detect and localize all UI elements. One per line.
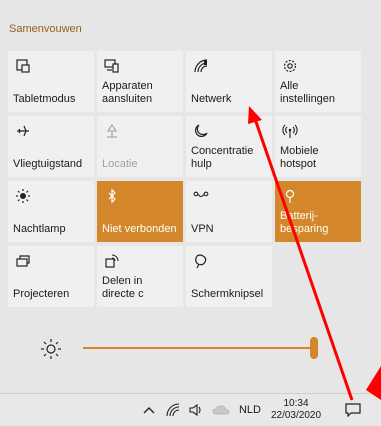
tile-tablet-mode[interactable]: Tabletmodus bbox=[8, 51, 94, 112]
tile-label: VPN bbox=[191, 223, 214, 235]
hotspot-icon bbox=[282, 123, 298, 139]
tile-network[interactable]: Netwerk bbox=[186, 51, 272, 112]
collapse-link[interactable]: Samenvouwen bbox=[9, 23, 82, 35]
chevron-up-icon[interactable] bbox=[140, 394, 158, 426]
share-icon bbox=[104, 253, 120, 269]
airplane-icon bbox=[15, 123, 31, 139]
tile-label: Netwerk bbox=[191, 93, 232, 105]
quick-actions-grid: Tabletmodus Apparaten aansluiten Netwerk… bbox=[8, 51, 377, 307]
volume-icon[interactable] bbox=[186, 394, 206, 426]
clock-date: 22/03/2020 bbox=[270, 410, 322, 421]
tile-label: Tabletmodus bbox=[13, 93, 76, 105]
tile-label: Projecteren bbox=[13, 288, 70, 300]
tile-airplane-mode[interactable]: Vliegtuigstand bbox=[8, 116, 94, 177]
network-icon bbox=[193, 58, 209, 74]
tile-label: Schermknipsel bbox=[191, 288, 264, 300]
tile-nearby-sharing[interactable]: Delen in directe c bbox=[97, 246, 183, 307]
tile-label: Delen in directe c bbox=[102, 275, 144, 300]
snip-icon bbox=[193, 253, 209, 269]
tile-label: Locatie bbox=[102, 158, 138, 170]
tile-focus-assist[interactable]: Concentratie hulp bbox=[186, 116, 272, 177]
tile-project[interactable]: Projecteren bbox=[8, 246, 94, 307]
tile-label: Vliegtuigstand bbox=[13, 158, 83, 170]
tile-label: Nachtlamp bbox=[13, 223, 66, 235]
onedrive-icon[interactable] bbox=[210, 394, 232, 426]
battery-saver-icon bbox=[282, 188, 298, 204]
tile-battery-saver[interactable]: Batterij- besparing bbox=[275, 181, 361, 242]
tile-label: Alle instellingen bbox=[280, 80, 336, 105]
tile-label: Apparaten aansluiten bbox=[102, 80, 153, 105]
vpn-icon bbox=[193, 188, 209, 204]
action-center-panel: Samenvouwen Tabletmodus Apparaten aanslu… bbox=[0, 0, 381, 393]
sun-icon bbox=[15, 188, 31, 204]
tile-vpn[interactable]: VPN bbox=[186, 181, 272, 242]
tile-mobile-hotspot[interactable]: Mobiele hotspot bbox=[275, 116, 361, 177]
clock[interactable]: 10:34 22/03/2020 bbox=[268, 394, 324, 426]
location-icon bbox=[104, 123, 120, 139]
tile-label: Concentratie hulp bbox=[191, 145, 254, 170]
project-icon bbox=[15, 253, 31, 269]
tile-night-light[interactable]: Nachtlamp bbox=[8, 181, 94, 242]
language-indicator[interactable]: NLD bbox=[236, 394, 264, 426]
tile-label: Batterij- besparing bbox=[280, 210, 329, 235]
wifi-icon[interactable] bbox=[164, 394, 182, 426]
tile-label: Mobiele hotspot bbox=[280, 145, 319, 170]
tile-all-settings[interactable]: Alle instellingen bbox=[275, 51, 361, 112]
gear-icon bbox=[282, 58, 298, 74]
clock-time: 10:34 bbox=[283, 398, 309, 409]
tile-connect[interactable]: Apparaten aansluiten bbox=[97, 51, 183, 112]
tile-label: Niet verbonden bbox=[102, 223, 177, 235]
brightness-icon bbox=[40, 338, 62, 365]
action-center-icon[interactable] bbox=[340, 394, 366, 426]
taskbar: NLD 10:34 22/03/2020 bbox=[0, 393, 381, 425]
brightness-row bbox=[40, 335, 340, 363]
brightness-slider-track[interactable] bbox=[83, 347, 315, 349]
moon-icon bbox=[193, 123, 209, 139]
tile-location[interactable]: Locatie bbox=[97, 116, 183, 177]
tile-snip[interactable]: Schermknipsel bbox=[186, 246, 272, 307]
brightness-slider-thumb[interactable] bbox=[310, 337, 319, 359]
bluetooth-icon bbox=[104, 188, 120, 204]
tile-bluetooth[interactable]: Niet verbonden bbox=[97, 181, 183, 242]
connect-icon bbox=[104, 58, 120, 74]
tablet-mode-icon bbox=[15, 58, 31, 74]
